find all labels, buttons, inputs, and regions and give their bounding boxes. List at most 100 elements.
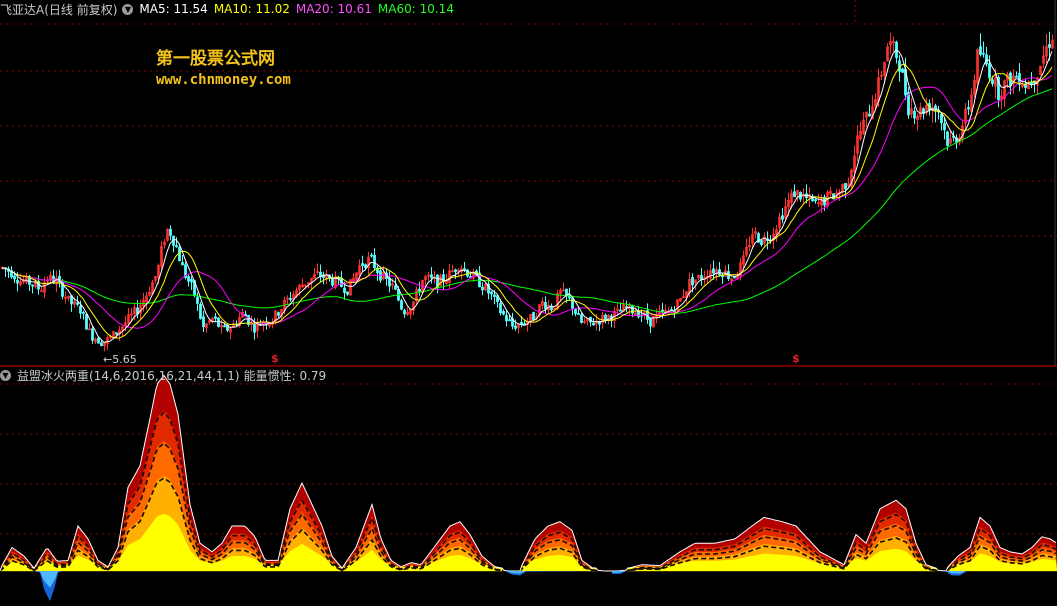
candle-body xyxy=(82,312,85,314)
candle-body xyxy=(400,300,403,310)
watermark-url: www.chnmoney.com xyxy=(156,72,291,88)
candle-body xyxy=(178,246,181,262)
candle-body xyxy=(76,302,79,305)
chart-title: 飞亚达A(日线 前复权) xyxy=(0,2,118,17)
ma5-readout: MA5: 11.54 xyxy=(139,2,208,16)
candle-body xyxy=(169,228,172,236)
ice-area xyxy=(34,571,967,602)
candle-body xyxy=(181,262,184,266)
candle-body xyxy=(760,240,763,245)
ma5-line xyxy=(1,49,1053,343)
candle-body xyxy=(79,305,82,314)
expand-toggle-icon[interactable]: ▼ xyxy=(122,3,134,15)
candle-body xyxy=(493,294,496,297)
candle-body xyxy=(691,277,694,286)
candle-body xyxy=(481,286,484,291)
candle-body xyxy=(499,303,502,314)
candle-body xyxy=(592,322,595,326)
signal-marker: $ xyxy=(271,352,279,365)
candle-body xyxy=(700,274,703,280)
candle-body xyxy=(91,328,94,341)
candle-body xyxy=(913,110,916,119)
ma20-line xyxy=(1,74,1053,329)
candle-body xyxy=(1015,75,1018,78)
candle-body xyxy=(649,317,652,327)
candle-body xyxy=(1048,44,1051,48)
candle-body xyxy=(733,276,736,279)
candle-body xyxy=(1030,81,1033,85)
candle-body xyxy=(982,52,985,55)
indicator-title: 益盟冰火两重(14,6,2016,16,21,44,1,1) xyxy=(17,368,240,383)
ma20-readout: MA20: 10.61 xyxy=(295,2,372,16)
candle-body xyxy=(85,314,88,330)
candle-body xyxy=(532,312,535,321)
candle-body xyxy=(844,183,847,190)
candle-body xyxy=(991,79,994,85)
ice-lobe xyxy=(34,571,62,588)
candle-body xyxy=(463,268,466,271)
candle-body xyxy=(901,68,904,73)
candle-body xyxy=(619,309,622,312)
candle-body xyxy=(967,107,970,110)
candle-body xyxy=(793,191,796,198)
candle-body xyxy=(223,325,226,328)
candle-body xyxy=(718,269,721,276)
candle-body xyxy=(985,54,988,65)
ma10-readout: MA10: 11.02 xyxy=(213,2,290,16)
candle-body xyxy=(580,314,583,323)
candle-body xyxy=(97,337,100,344)
candle-body xyxy=(289,297,292,301)
ma60-line xyxy=(1,88,1053,314)
candle-body xyxy=(574,309,577,314)
candle-body xyxy=(544,301,547,310)
low-price-annotation: ←5.65 xyxy=(103,353,137,366)
candle-body xyxy=(190,279,193,283)
candle-body xyxy=(346,291,349,295)
candle-body xyxy=(277,312,280,316)
candle-body xyxy=(16,279,19,284)
candle-body xyxy=(13,275,16,280)
signal-marker: $ xyxy=(792,352,800,365)
candle-body xyxy=(946,131,949,146)
candle-body xyxy=(550,305,553,311)
candle-body xyxy=(394,285,397,290)
candle-body xyxy=(196,296,199,304)
candle-body xyxy=(361,263,364,266)
price-header: 飞亚达A(日线 前复权) ▼ MA5: 11.54 MA10: 11.02 MA… xyxy=(0,1,460,17)
watermark-title: 第一股票公式网 xyxy=(156,49,275,69)
candle-body xyxy=(403,310,406,315)
candle-body xyxy=(343,287,346,293)
candle-body xyxy=(712,268,715,274)
candle-body xyxy=(781,215,784,220)
candle-body xyxy=(331,277,334,286)
candle-body xyxy=(430,274,433,278)
ma10-line xyxy=(1,63,1053,339)
price-chart[interactable]: ←5.65 $ $ xyxy=(0,0,1057,606)
indicator-header: ▼ 益盟冰火两重(14,6,2016,16,21,44,1,1) 能量惯性: 0… xyxy=(0,367,332,383)
candle-body xyxy=(625,306,628,308)
candle-body xyxy=(364,264,367,268)
candle-body xyxy=(370,254,373,257)
candle-body xyxy=(253,324,256,333)
candle-body xyxy=(661,309,664,312)
candle-body xyxy=(115,332,118,335)
candle-body xyxy=(670,309,673,311)
candle-body xyxy=(508,319,511,322)
candle-body xyxy=(577,313,580,315)
stock-chart-window: ←5.65 $ $ 飞亚达A(日线 前复权) ▼ MA5: 11.54 MA10: … xyxy=(0,0,1057,606)
candle-body xyxy=(520,321,523,325)
candle-body xyxy=(814,199,817,202)
ma60-readout: MA60: 10.14 xyxy=(377,2,454,16)
candle-body xyxy=(502,310,505,315)
candle-body xyxy=(202,316,205,328)
indicator-toggle-icon[interactable]: ▼ xyxy=(0,369,11,381)
candle-body xyxy=(373,254,376,269)
candle-body xyxy=(175,245,178,248)
candle-body xyxy=(187,276,190,282)
candle-body xyxy=(100,342,103,347)
candle-body xyxy=(979,46,982,55)
candle-body xyxy=(199,303,202,319)
candle-body xyxy=(988,63,991,79)
candle-body xyxy=(514,325,517,329)
candle-body xyxy=(505,315,508,322)
